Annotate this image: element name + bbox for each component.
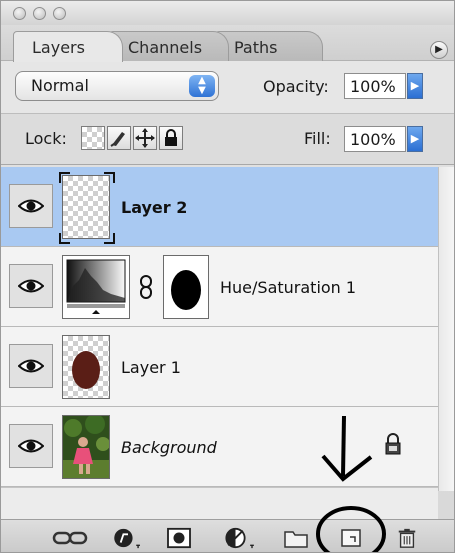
adjustment-layer-icon[interactable] — [223, 527, 259, 549]
new-group-icon[interactable] — [283, 527, 309, 549]
layer-mask-thumbnail[interactable] — [163, 255, 209, 319]
opacity-label: Opacity: — [263, 77, 329, 96]
background-photo-thumbnail — [62, 415, 110, 479]
layers-list: Layer 2 Hue/Saturation 1 Layer 1 Backgro… — [1, 167, 438, 491]
window-titlebar — [1, 1, 454, 25]
close-window-button[interactable] — [13, 7, 26, 20]
layer-mask-icon[interactable] — [164, 527, 194, 549]
new-layer-icon[interactable] — [339, 527, 363, 549]
visibility-eye-icon[interactable] — [9, 184, 53, 228]
blend-mode-value: Normal — [31, 76, 89, 95]
link-layers-icon[interactable] — [51, 527, 89, 549]
fill-label: Fill: — [304, 129, 331, 148]
tab-layers-label: Layers — [32, 38, 85, 57]
opacity-field[interactable]: 100% — [344, 73, 406, 99]
updown-arrows-icon: ▲ ▼ — [189, 75, 215, 97]
layers-toolbar — [1, 519, 454, 552]
layer-row-layer-1[interactable]: Layer 1 — [1, 327, 438, 407]
layer-row-background[interactable]: Background — [1, 407, 438, 487]
lock-label: Lock: — [25, 129, 67, 148]
layer-name: Background — [121, 438, 217, 457]
tab-channels[interactable]: Channels — [109, 31, 229, 61]
lock-icon — [385, 433, 401, 455]
layers-scrollbar[interactable] — [438, 167, 454, 491]
lock-position-icon[interactable] — [133, 126, 157, 150]
tab-paths[interactable]: Paths — [215, 31, 323, 61]
tab-layers[interactable]: Layers — [13, 31, 123, 62]
opacity-slider-arrow-icon[interactable]: ▶ — [407, 73, 423, 99]
layer-row-hue-saturation[interactable]: Hue/Saturation 1 — [1, 247, 438, 327]
lock-row: Lock: Fill: 100% ▶ — [1, 113, 454, 165]
fill-value: 100% — [350, 130, 396, 149]
layer-name: Hue/Saturation 1 — [220, 278, 357, 297]
trash-icon[interactable] — [395, 527, 419, 549]
layer-row-layer-2[interactable]: Layer 2 — [1, 167, 438, 247]
visibility-eye-icon[interactable] — [9, 344, 53, 388]
blend-mode-select[interactable]: Normal ▲ ▼ — [15, 71, 219, 101]
fill-slider-arrow-icon[interactable]: ▶ — [407, 126, 423, 152]
visibility-eye-icon[interactable] — [9, 424, 53, 468]
lock-transparency-icon[interactable] — [81, 126, 105, 150]
tab-paths-label: Paths — [234, 38, 278, 57]
visibility-eye-icon[interactable] — [9, 264, 53, 308]
opacity-value: 100% — [350, 77, 396, 96]
zoom-window-button[interactable] — [53, 7, 66, 20]
mask-link-chain-icon[interactable] — [139, 275, 153, 299]
tab-channels-label: Channels — [128, 38, 203, 57]
layer-name: Layer 1 — [121, 358, 181, 377]
lock-pixels-icon[interactable] — [107, 126, 131, 150]
layer-name: Layer 2 — [121, 198, 188, 217]
selection-brackets-icon — [59, 172, 115, 244]
fill-field[interactable]: 100% — [344, 126, 406, 152]
layers-panel: Layers Channels Paths ▶ Normal ▲ ▼ Opacit… — [0, 0, 455, 553]
minimize-window-button[interactable] — [33, 7, 46, 20]
triangle-right-icon: ▶ — [435, 44, 443, 55]
layer-1-thumbnail — [62, 335, 110, 399]
blend-row: Normal ▲ ▼ Opacity: 100% ▶ — [1, 61, 454, 113]
layers-list-empty-area — [1, 487, 438, 521]
layer-style-icon[interactable] — [111, 527, 145, 549]
panel-menu-button[interactable]: ▶ — [430, 41, 448, 59]
lock-all-icon[interactable] — [159, 126, 183, 150]
adjustment-histogram-thumbnail — [62, 255, 130, 319]
panel-tabs: Layers Channels Paths ▶ — [1, 25, 454, 62]
